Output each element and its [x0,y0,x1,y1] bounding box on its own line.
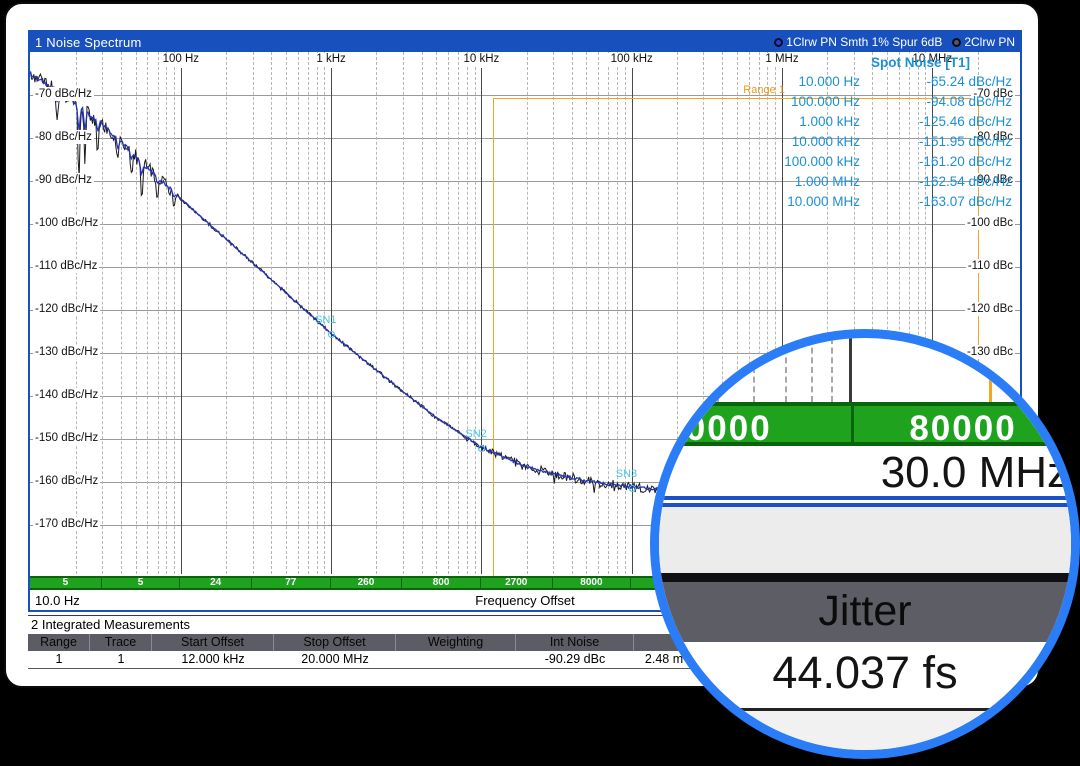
spot-noise-value: -94.08 dBc/Hz [860,92,1012,112]
spot-noise-frequency: 10.000 Hz [710,72,860,92]
spot-noise-frequency: 100.000 Hz [710,92,860,112]
column-header-int-noise: Int Noise [516,634,634,651]
spot-noise-row: 10.000 kHz-151.95 dBc/Hz [662,132,1012,152]
legend-trace2[interactable]: 2Clrw PN [952,35,1015,49]
trace2-dot-icon [952,38,961,47]
measurement-cell: -90.29 dBc [516,651,634,668]
sweep-segment: 5 [30,578,102,588]
column-header-stop-offset: Stop Offset [274,634,396,651]
y-axis-label-left: -80 dBc/Hz [33,130,94,144]
measurement-table-header: RangeTraceStart OffsetStop OffsetWeighti… [28,634,700,651]
magnified-segment-separator [851,406,854,442]
measurement-cell [396,651,516,668]
magnified-gridline [831,338,833,402]
magnified-jitter-value: 44.037 fs [659,642,1071,708]
y-axis-label-right: -100 dBc [965,216,1015,230]
integrated-measurements-window: 2 Integrated Measurements RangeTraceStar… [28,615,700,677]
spot-noise-value: -125.46 dBc/Hz [860,112,1012,132]
y-axis-label-left: -110 dBc/Hz [33,259,99,273]
spot-noise-marker-label[interactable]: SN3 [616,468,637,480]
magnified-axis-end: 30.0 MHz [659,446,1071,496]
sweep-segment: 24 [180,578,252,588]
magnified-panel-border [659,573,1071,582]
magnified-jitter-header: Jitter [659,582,1071,642]
y-axis-label-left: -140 dBc/Hz [33,388,100,402]
spot-noise-frequency: 10.000 kHz [710,132,860,152]
integrated-measurements-title: 2 Integrated Measurements [28,616,700,634]
spot-noise-value: -162.54 dBc/Hz [860,172,1012,192]
magnified-footer [659,711,1071,754]
sweep-segment: 77 [252,578,331,588]
spot-noise-row: 100.000 Hz-94.08 dBc/Hz [662,92,1012,112]
trace1-dot-icon [774,38,783,47]
magnified-range-line [989,338,992,402]
y-axis-label-right: -120 dBc [965,302,1015,316]
magnified-window-border [659,496,1071,500]
magnified-segment-80000: 80000 [855,409,1071,449]
measurement-cell: 1 [28,651,90,668]
spot-noise-frequency: 100.000 kHz [710,152,860,172]
magnified-window-gap [659,507,1071,573]
y-axis-label-left: -150 dBc/Hz [33,431,100,445]
spot-noise-value: -151.95 dBc/Hz [860,132,1012,152]
spot-noise-row: 1.000 MHz-162.54 dBc/Hz [662,172,1012,192]
sweep-segment: 8000 [553,578,632,588]
spot-noise-table: Spot Noise [T1] 10.000 Hz-65.24 dBc/Hz10… [662,53,1012,212]
y-axis-label-left: -130 dBc/Hz [33,345,100,359]
spot-noise-frequency: 1.000 MHz [710,172,860,192]
spot-noise-value: -65.24 dBc/Hz [860,72,1012,92]
magnified-gridline [717,338,719,402]
x-axis-tick-label: 100 Hz [160,53,202,65]
spot-noise-title: Spot Noise [T1] [662,53,1012,72]
noise-spectrum-titlebar[interactable]: 1 Noise Spectrum 1Clrw PN Smth 1% Spur 6… [30,32,1020,52]
sweep-segment: 5 [102,578,181,588]
x-axis-tick-label: 1 kHz [313,53,348,65]
spot-noise-marker[interactable] [629,485,636,492]
spot-noise-row: 100.000 kHz-161.20 dBc/Hz [662,152,1012,172]
y-axis-label-left: -70 dBc/Hz [33,87,94,101]
measurement-cell: 12.000 kHz [152,651,274,668]
magnified-gridline [811,338,813,402]
magnified-gridline [785,338,787,402]
y-axis-label-left: -90 dBc/Hz [33,173,94,187]
spot-noise-row: 10.000 Hz-65.24 dBc/Hz [662,72,1012,92]
sweep-segment: 800 [402,578,481,588]
magnified-segment-30000: 30000 [650,409,823,449]
magnified-gridline [753,338,755,402]
measurement-cell: 1 [90,651,152,668]
spot-noise-frequency: 10.000 MHz [710,192,860,212]
x-axis-tick-label: 10 kHz [460,53,502,65]
magnified-gridline [679,338,681,402]
y-axis-label-left: -160 dBc/Hz [33,474,100,488]
legend-trace1-label: 1Clrw PN Smth 1% Spur 6dB [786,35,942,49]
spot-noise-marker-label[interactable]: SN2 [465,428,486,440]
measurement-table-row[interactable]: 1112.000 kHz20.000 MHz-90.29 dBc2.48 m [28,651,700,669]
column-header-start-offset: Start Offset [152,634,274,651]
y-axis-label-left: -100 dBc/Hz [33,216,100,230]
magnified-major-gridline [849,338,852,402]
sweep-segment: 2700 [481,578,553,588]
spot-noise-value: -163.07 dBc/Hz [860,192,1012,212]
legend-trace2-label: 2Clrw PN [964,35,1015,49]
sweep-segment: 260 [331,578,403,588]
measurement-cell: 20.000 MHz [274,651,396,668]
magnified-sweep-bar: 30000 80000 [659,402,1071,446]
x-axis-tick-label: 100 kHz [608,53,656,65]
column-header-range: Range [28,634,90,651]
spot-noise-value: -161.20 dBc/Hz [860,152,1012,172]
column-header-trace: Trace [90,634,152,651]
spot-noise-frequency: 1.000 kHz [710,112,860,132]
y-axis-label-right: -110 dBc [966,259,1015,273]
spot-noise-marker-label[interactable]: SN1 [315,314,336,326]
spot-noise-row: 1.000 kHz-125.46 dBc/Hz [662,112,1012,132]
window-title: 1 Noise Spectrum [35,35,142,50]
column-header-weighting: Weighting [396,634,516,651]
magnified-stop-frequency: 30.0 MHz [881,448,1069,498]
y-axis-label-left: -120 dBc/Hz [33,302,100,316]
magnifier-bubble: 30000 80000 30.0 MHz Jitter 44.037 fs [650,329,1080,759]
y-axis-label-left: -170 dBc/Hz [33,517,100,531]
legend-trace1[interactable]: 1Clrw PN Smth 1% Spur 6dB [774,35,942,49]
spot-noise-row: 10.000 MHz-163.07 dBc/Hz [662,192,1012,212]
